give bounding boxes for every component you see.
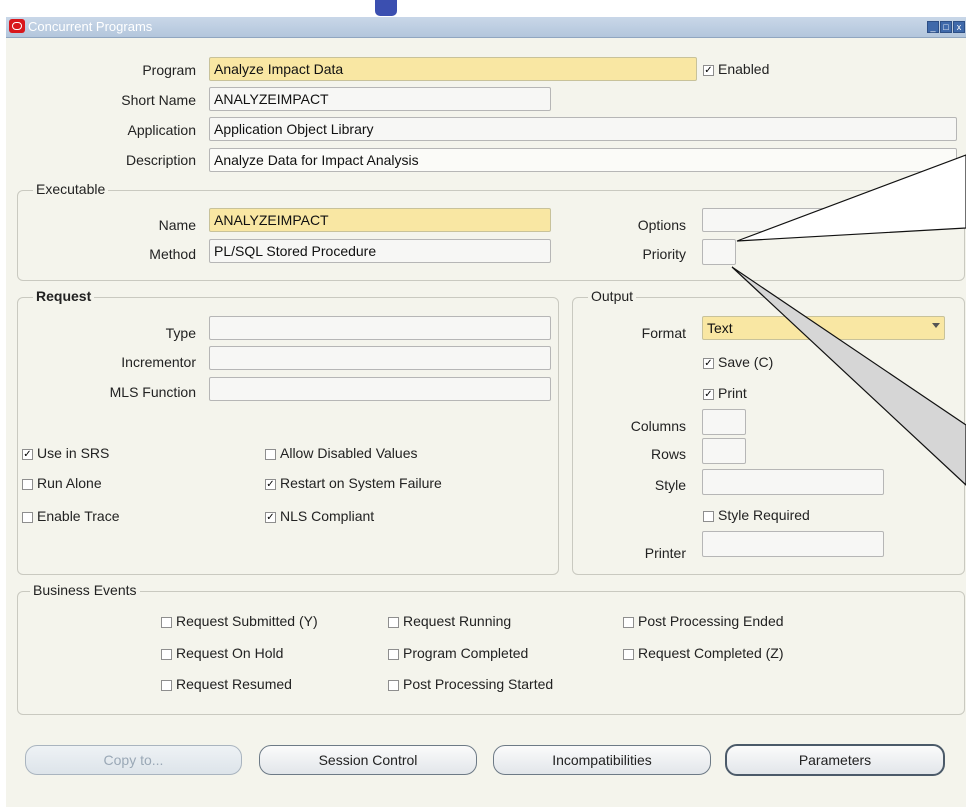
callout-lower: [731, 266, 966, 486]
callout-overlay: [731, 154, 966, 486]
callout-upper: [736, 154, 966, 242]
